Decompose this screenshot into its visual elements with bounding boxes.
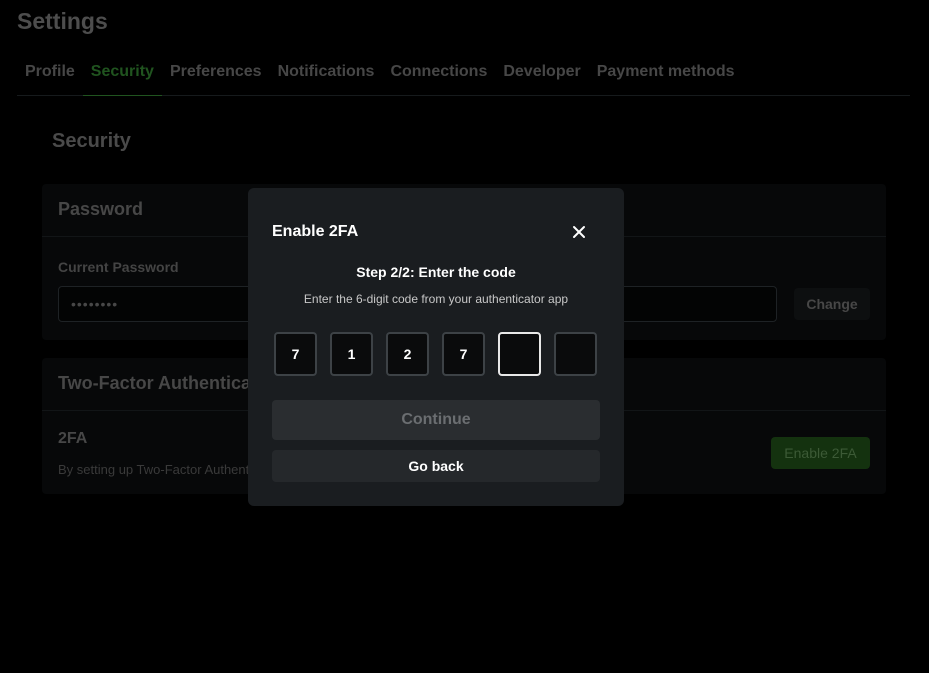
enable-2fa-button[interactable]: Enable 2FA xyxy=(771,437,870,469)
code-digit-5[interactable] xyxy=(498,332,541,376)
tab-notifications[interactable]: Notifications xyxy=(270,56,383,96)
change-password-button[interactable]: Change xyxy=(794,288,870,320)
continue-button[interactable]: Continue xyxy=(272,400,600,440)
step-description: Enter the 6-digit code from your authent… xyxy=(303,292,569,306)
code-digit-6[interactable] xyxy=(554,332,597,376)
tab-connections[interactable]: Connections xyxy=(382,56,495,96)
step-heading: Step 2/2: Enter the code xyxy=(356,264,516,280)
two-factor-name: 2FA xyxy=(58,430,88,447)
current-password-label: Current Password xyxy=(58,259,179,275)
tab-payment-methods[interactable]: Payment methods xyxy=(589,56,743,96)
code-digit-4[interactable]: 7 xyxy=(442,332,485,376)
page-title: Settings xyxy=(17,8,108,34)
code-digit-2[interactable]: 1 xyxy=(330,332,373,376)
tab-security[interactable]: Security xyxy=(82,56,162,96)
tab-developer[interactable]: Developer xyxy=(495,56,588,96)
code-digit-3[interactable]: 2 xyxy=(386,332,429,376)
tab-profile[interactable]: Profile xyxy=(17,56,83,96)
settings-page: Settings Profile Security Preferences No… xyxy=(0,0,929,673)
go-back-button[interactable]: Go back xyxy=(272,450,600,482)
settings-tabs: Profile Security Preferences Notificatio… xyxy=(17,56,910,96)
code-digit-1[interactable]: 7 xyxy=(274,332,317,376)
tab-preferences[interactable]: Preferences xyxy=(162,56,270,96)
enable-2fa-modal: Enable 2FA Step 2/2: Enter the code Ente… xyxy=(248,188,624,506)
section-title: Security xyxy=(52,130,131,152)
modal-title: Enable 2FA xyxy=(272,223,359,240)
close-icon[interactable] xyxy=(569,222,589,242)
